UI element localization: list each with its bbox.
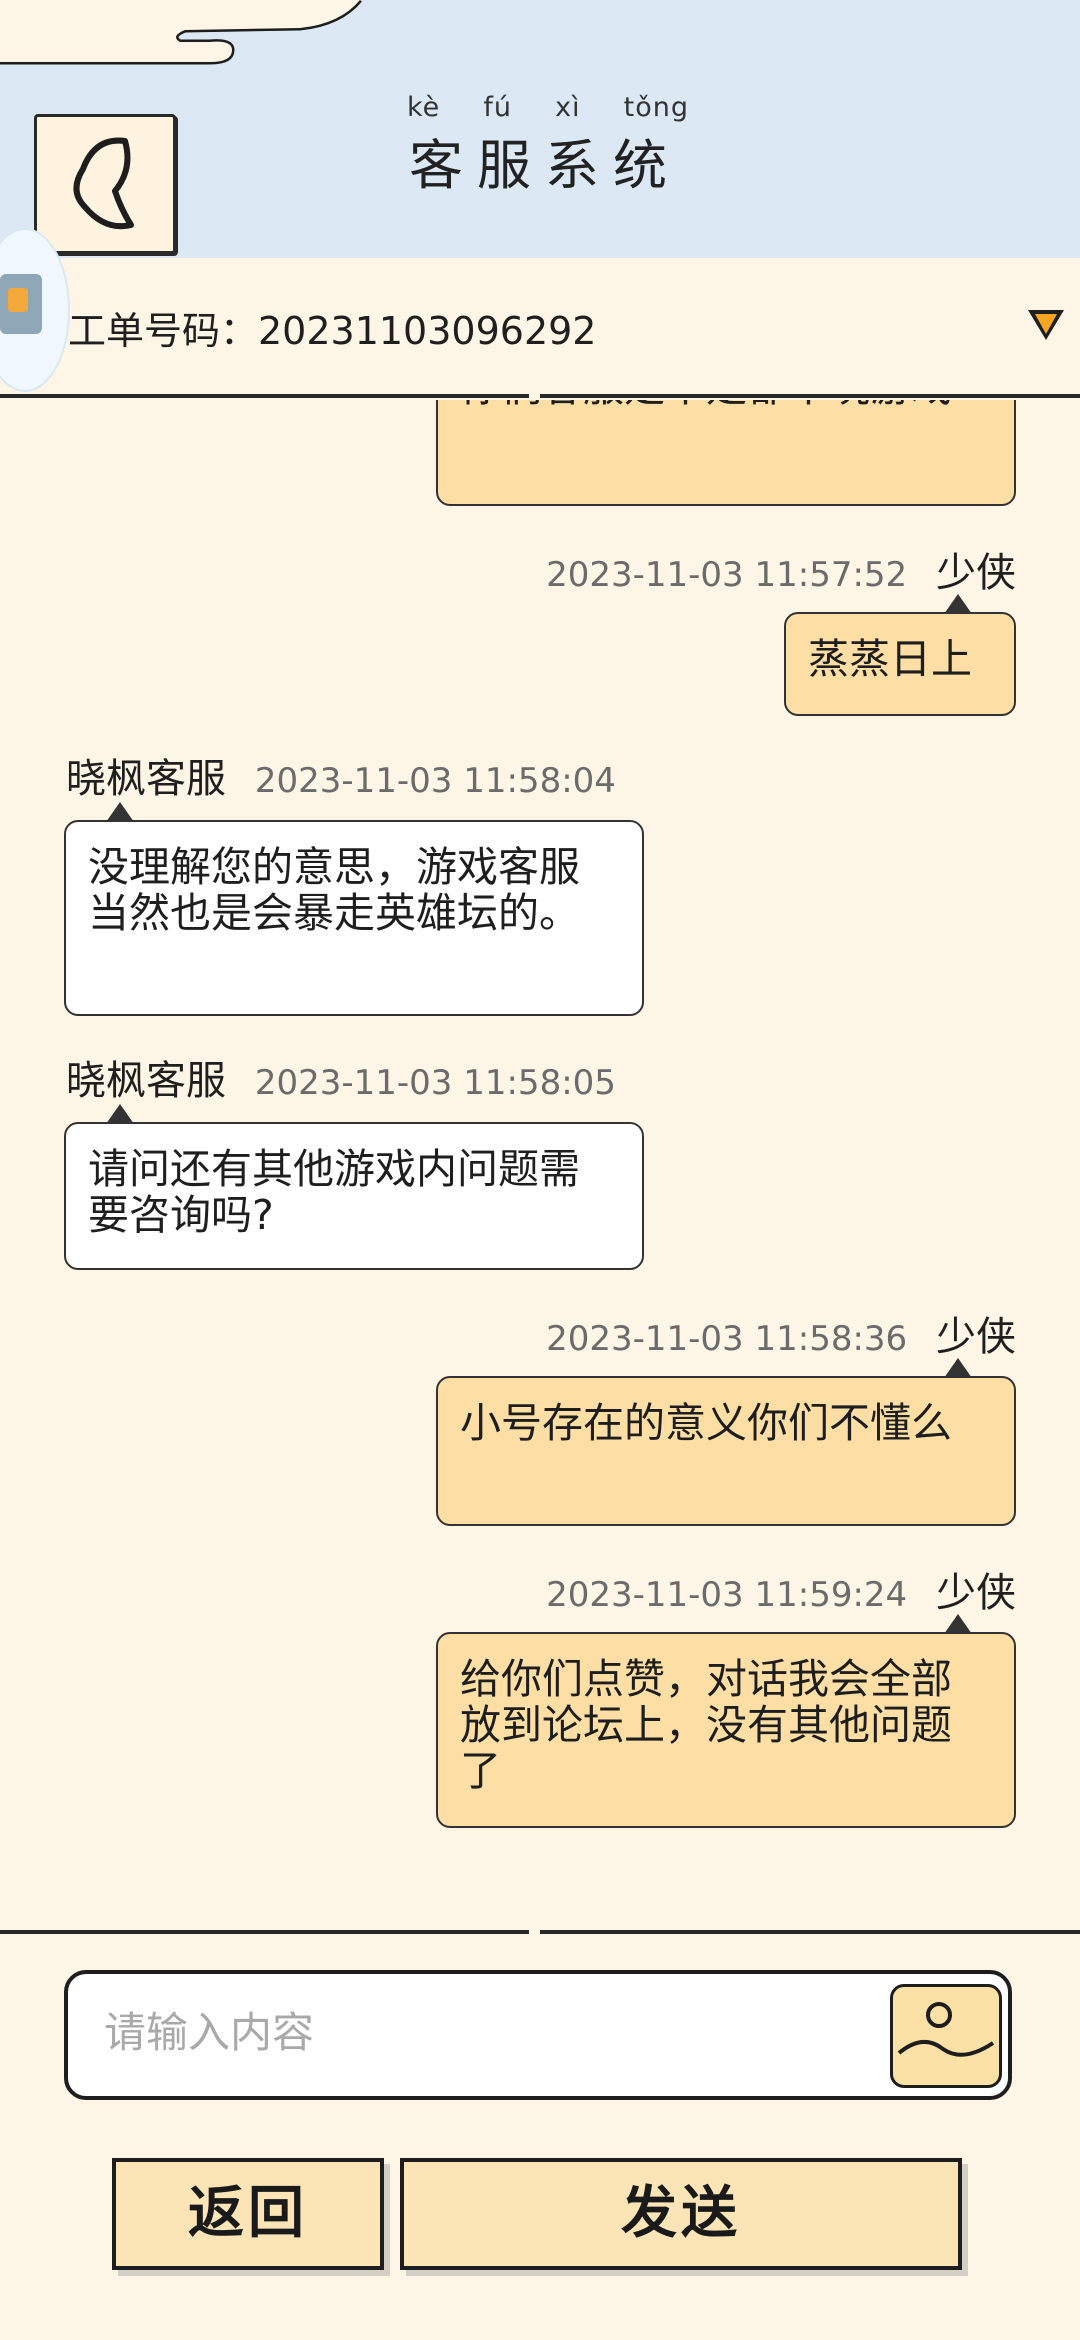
divider-bottom	[0, 1930, 1080, 1934]
image-upload-button[interactable]	[890, 1984, 1002, 2088]
header-bar: kè fú xì tǒng 客服系统	[0, 0, 1080, 258]
header-back-button[interactable]	[34, 114, 176, 254]
message-meta: 晓枫客服 2023-11-03 11:58:04	[66, 746, 616, 804]
message-sender: 少侠	[936, 1314, 1016, 1360]
message-bubble-agent: 请问还有其他游戏内问题需要咨询吗?	[64, 1104, 644, 1270]
message-bubble-agent: 没理解您的意思，游戏客服当然也是会暴走英雄坛的。	[64, 802, 644, 1016]
message-text: 给你们点赞，对话我会全部放到论坛上，没有其他问题了	[460, 1655, 952, 1795]
message-bubble-user: 给你们点赞，对话我会全部放到论坛上，没有其他问题了	[436, 1614, 1016, 1828]
message-input[interactable]	[102, 1996, 886, 2068]
message-sender: 少侠	[936, 1570, 1016, 1616]
message-input-box	[64, 1970, 1012, 2100]
message-text: 请问还有其他游戏内问题需要咨询吗?	[88, 1145, 580, 1239]
message-meta: 晓枫客服 2023-11-03 11:58:05	[66, 1048, 616, 1106]
pinyin-2: fú	[483, 92, 512, 123]
page-title-group: kè fú xì tǒng 客服系统	[395, 92, 695, 200]
message-time: 2023-11-03 11:57:52	[546, 555, 908, 595]
image-icon	[897, 2002, 995, 2057]
pinyin-3: xì	[555, 92, 581, 123]
pinyin-1: kè	[407, 92, 441, 123]
message-text: 蒸蒸日上	[808, 635, 972, 683]
message-meta: 2023-11-03 11:58:36 少侠	[546, 1304, 1016, 1362]
back-arrow-icon	[73, 137, 134, 230]
message-sender: 晓枫客服	[66, 756, 226, 802]
message-time: 2023-11-03 11:58:36	[546, 1319, 908, 1359]
message-text: 没理解您的意思，游戏客服当然也是会暴走英雄坛的。	[88, 843, 580, 937]
page-title: 客服系统	[409, 134, 681, 197]
cloud-decoration	[0, 0, 362, 65]
message-sender: 少侠	[936, 550, 1016, 596]
ticket-number: 工单号码：20231103096292	[68, 309, 597, 353]
send-button[interactable]: 发送	[400, 2158, 962, 2270]
chat-list[interactable]: 你们客服是不是都不玩游戏 2023-11-03 11:57:52 少侠 蒸蒸日上…	[0, 400, 1080, 1925]
divider-top	[0, 394, 1080, 398]
message-bubble-user: 蒸蒸日上	[784, 594, 1016, 716]
message-bubble-user: 小号存在的意义你们不懂么	[436, 1358, 1016, 1526]
message-meta: 2023-11-03 11:57:52 少侠	[546, 540, 1016, 598]
message-text: 你们客服是不是都不玩游戏	[460, 400, 952, 411]
title-pinyin: kè fú xì tǒng	[395, 92, 695, 123]
message-meta: 2023-11-03 11:59:24 少侠	[546, 1560, 1016, 1618]
message-bubble-user: 你们客服是不是都不玩游戏	[436, 400, 1016, 506]
message-time: 2023-11-03 11:59:24	[546, 1575, 908, 1615]
triangle-down-icon[interactable]	[1028, 310, 1064, 340]
message-time: 2023-11-03 11:58:04	[254, 761, 616, 801]
message-sender: 晓枫客服	[66, 1058, 226, 1104]
pinyin-4: tǒng	[623, 92, 689, 123]
back-button[interactable]: 返回	[112, 2158, 384, 2270]
message-text: 小号存在的意义你们不懂么	[460, 1399, 952, 1447]
message-time: 2023-11-03 11:58:05	[254, 1063, 616, 1103]
